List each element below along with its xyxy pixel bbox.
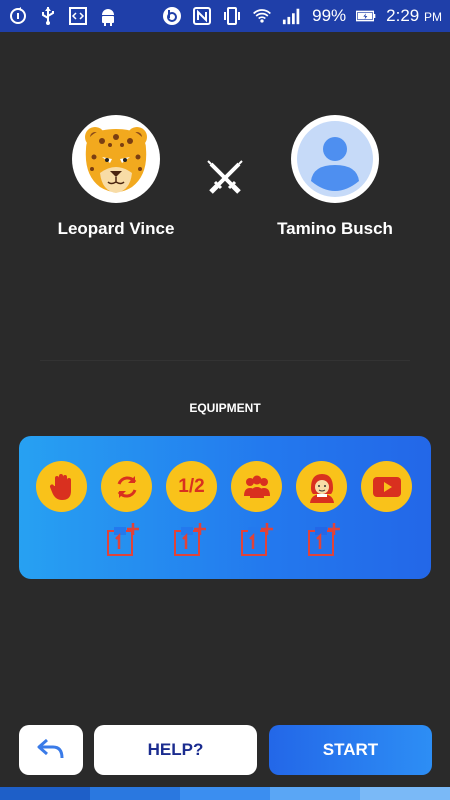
wifi-icon bbox=[252, 6, 272, 26]
player-right: Tamino Busch bbox=[245, 115, 425, 239]
video-play-icon[interactable] bbox=[361, 461, 412, 512]
code-icon bbox=[68, 6, 88, 26]
player-name-right: Tamino Busch bbox=[277, 219, 393, 238]
back-arrow-icon bbox=[37, 736, 65, 765]
nfc-icon bbox=[192, 6, 212, 26]
beats-icon bbox=[162, 6, 182, 26]
battery-percent: 99% bbox=[312, 6, 347, 25]
plus-one-slot-icon[interactable] bbox=[241, 522, 275, 558]
stripe-segment bbox=[270, 787, 360, 800]
start-button-label: START bbox=[322, 740, 379, 759]
plus-one-slot-icon[interactable] bbox=[308, 522, 342, 558]
back-button[interactable] bbox=[19, 725, 83, 775]
equipment-slots bbox=[107, 522, 342, 558]
player-left: Leopard Vince bbox=[26, 115, 206, 239]
phone-a-friend-icon[interactable] bbox=[296, 461, 347, 512]
vibrate-icon bbox=[222, 6, 242, 26]
stripe-segment bbox=[90, 787, 180, 800]
default-user-avatar-icon[interactable] bbox=[291, 115, 379, 203]
half-text: 1/2 bbox=[178, 475, 205, 497]
refresh-icon[interactable] bbox=[101, 461, 152, 512]
player-name-left: Leopard Vince bbox=[57, 219, 175, 238]
equipment-label: EQUIPMENT bbox=[189, 401, 261, 415]
sync-icon bbox=[8, 6, 28, 26]
bottom-stripe bbox=[0, 787, 450, 800]
equipment-items: 1/2 bbox=[36, 461, 412, 512]
audience-icon[interactable] bbox=[231, 461, 282, 512]
clock: 2:29 PM bbox=[386, 6, 442, 26]
equipment-card: 1/2 bbox=[19, 436, 431, 579]
start-button[interactable]: START bbox=[269, 725, 432, 775]
battery-charging-icon bbox=[356, 6, 376, 26]
plus-one-slot-icon[interactable] bbox=[107, 522, 141, 558]
stripe-segment bbox=[360, 787, 450, 800]
crossed-swords-icon bbox=[205, 158, 245, 198]
plus-one-slot-icon[interactable] bbox=[174, 522, 208, 558]
half-icon[interactable]: 1/2 bbox=[166, 461, 217, 512]
status-bar-right: 99% 2:29 PM bbox=[162, 6, 442, 26]
android-icon bbox=[98, 6, 118, 26]
status-bar-left bbox=[8, 6, 118, 26]
stripe-segment bbox=[180, 787, 270, 800]
help-button[interactable]: HELP? bbox=[94, 725, 257, 775]
status-bar: 99% 2:29 PM bbox=[0, 0, 450, 32]
help-button-label: HELP? bbox=[147, 740, 204, 759]
signal-icon bbox=[282, 6, 302, 26]
stop-hand-icon[interactable] bbox=[36, 461, 87, 512]
clock-ampm: PM bbox=[424, 10, 442, 24]
divider bbox=[40, 360, 410, 361]
stripe-segment bbox=[0, 787, 90, 800]
leopard-avatar-icon[interactable] bbox=[72, 115, 160, 203]
clock-time: 2:29 bbox=[386, 6, 420, 25]
usb-icon bbox=[38, 6, 58, 26]
